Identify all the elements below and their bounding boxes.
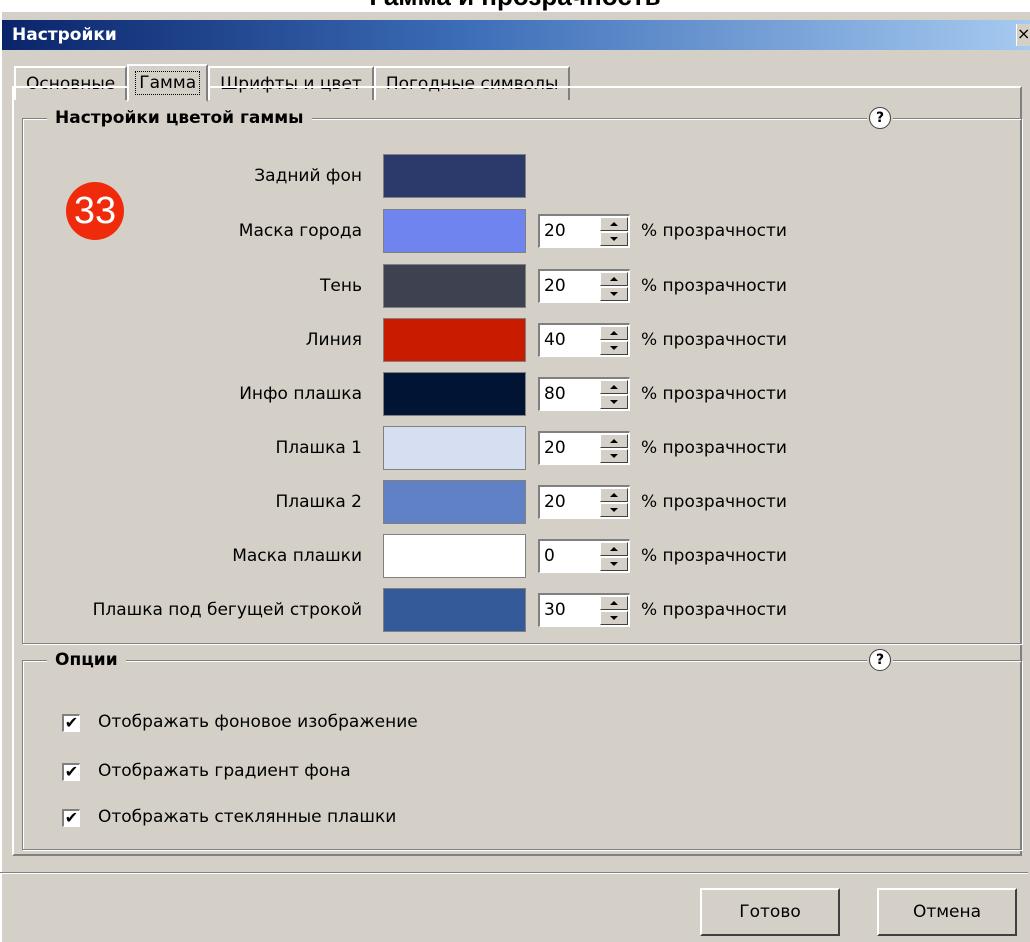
color-row: Маска плашки 0 % прозрачности [0, 534, 1030, 578]
transparency-label: % прозрачности [641, 546, 787, 566]
arrow-up-icon[interactable] [600, 217, 628, 231]
spinner-buttons [600, 434, 628, 463]
transparency-spinner[interactable]: 20 [538, 269, 630, 303]
transparency-value[interactable]: 30 [544, 600, 566, 620]
title-bar[interactable]: Настройки × [2, 20, 1030, 50]
done-button[interactable]: Готово [700, 888, 840, 936]
color-row: Линия 40 % прозрачности [0, 318, 1030, 362]
arrow-up-icon[interactable] [600, 434, 628, 448]
color-row: Задний фон [0, 154, 1030, 198]
transparency-spinner[interactable]: 20 [538, 431, 630, 465]
spinner-buttons [600, 542, 628, 571]
arrow-up-icon[interactable] [600, 326, 628, 340]
color-row: Маска города 20 % прозрачности [0, 209, 1030, 253]
arrow-down-icon[interactable] [600, 557, 628, 571]
arrow-down-icon[interactable] [600, 503, 628, 517]
color-swatch[interactable] [383, 534, 526, 578]
tab-gamma[interactable]: Гамма [127, 64, 209, 102]
checkbox-icon[interactable]: ✔ [62, 809, 80, 827]
transparency-value[interactable]: 0 [544, 546, 555, 566]
color-row: Плашка под бегущей строкой 30 % прозрачнос… [0, 588, 1030, 632]
spinner-buttons [600, 596, 628, 625]
spinner-buttons [600, 217, 628, 246]
color-swatch[interactable] [383, 154, 526, 198]
options-legend: Опции [47, 649, 126, 671]
arrow-up-icon[interactable] [600, 380, 628, 394]
color-swatch[interactable] [383, 588, 526, 632]
color-row: Плашка 2 20 % прозрачности [0, 480, 1030, 524]
spinner-buttons [600, 272, 628, 301]
color-row-label: Линия [305, 330, 362, 350]
color-swatch[interactable] [383, 480, 526, 524]
footer-separator [0, 872, 1028, 874]
transparency-spinner[interactable]: 20 [538, 214, 630, 248]
color-swatch[interactable] [383, 264, 526, 308]
arrow-down-icon[interactable] [600, 341, 628, 355]
checkbox-icon[interactable]: ✔ [62, 763, 80, 781]
color-row-label: Плашка под бегущей строкой [92, 600, 362, 620]
arrow-up-icon[interactable] [600, 596, 628, 610]
arrow-up-icon[interactable] [600, 488, 628, 502]
page-caption: Гамма и прозрачность [0, 0, 1030, 12]
transparency-spinner[interactable]: 20 [538, 485, 630, 519]
transparency-spinner[interactable]: 0 [538, 539, 630, 573]
window-title: Настройки [12, 25, 117, 45]
color-row-label: Задний фон [254, 166, 362, 186]
color-swatch[interactable] [383, 372, 526, 416]
spinner-buttons [600, 488, 628, 517]
transparency-spinner[interactable]: 80 [538, 377, 630, 411]
transparency-value[interactable]: 20 [544, 276, 566, 296]
color-swatch[interactable] [383, 209, 526, 253]
color-row-label: Маска плашки [232, 546, 362, 566]
transparency-label: % прозрачности [641, 438, 787, 458]
color-row-label: Инфо плашка [239, 384, 362, 404]
transparency-spinner[interactable]: 40 [538, 323, 630, 357]
color-swatch[interactable] [383, 318, 526, 362]
arrow-down-icon[interactable] [600, 449, 628, 463]
transparency-label: % прозрачности [641, 384, 787, 404]
help-icon[interactable]: ? [869, 107, 891, 129]
arrow-down-icon[interactable] [600, 232, 628, 246]
transparency-value[interactable]: 20 [544, 492, 566, 512]
color-row-label: Плашка 1 [275, 438, 362, 458]
color-swatch[interactable] [383, 426, 526, 470]
arrow-down-icon[interactable] [600, 395, 628, 409]
arrow-down-icon[interactable] [600, 611, 628, 625]
spinner-buttons [600, 326, 628, 355]
transparency-label: % прозрачности [641, 600, 787, 620]
transparency-value[interactable]: 20 [544, 221, 566, 241]
arrow-up-icon[interactable] [600, 542, 628, 556]
color-row-label: Тень [320, 276, 362, 296]
color-gamma-legend: Настройки цветой гаммы [47, 107, 312, 129]
transparency-label: % прозрачности [641, 276, 787, 296]
help-icon[interactable]: ? [869, 649, 891, 671]
transparency-value[interactable]: 40 [544, 330, 566, 350]
transparency-label: % прозрачности [641, 221, 787, 241]
color-row-label: Плашка 2 [275, 492, 362, 512]
transparency-value[interactable]: 20 [544, 438, 566, 458]
spinner-buttons [600, 380, 628, 409]
color-row: Инфо плашка 80 % прозрачности [0, 372, 1030, 416]
color-row: Тень 20 % прозрачности [0, 264, 1030, 308]
transparency-label: % прозрачности [641, 492, 787, 512]
close-icon: × [1017, 24, 1030, 43]
checkbox-icon[interactable]: ✔ [62, 714, 80, 732]
color-row-label: Маска города [238, 221, 362, 241]
cancel-button[interactable]: Отмена [877, 888, 1017, 936]
arrow-up-icon[interactable] [600, 272, 628, 286]
transparency-value[interactable]: 80 [544, 384, 566, 404]
transparency-spinner[interactable]: 30 [538, 593, 630, 627]
transparency-label: % прозрачности [641, 330, 787, 350]
arrow-down-icon[interactable] [600, 287, 628, 301]
color-row: Плашка 1 20 % прозрачности [0, 426, 1030, 470]
close-button[interactable]: × [1016, 24, 1030, 46]
